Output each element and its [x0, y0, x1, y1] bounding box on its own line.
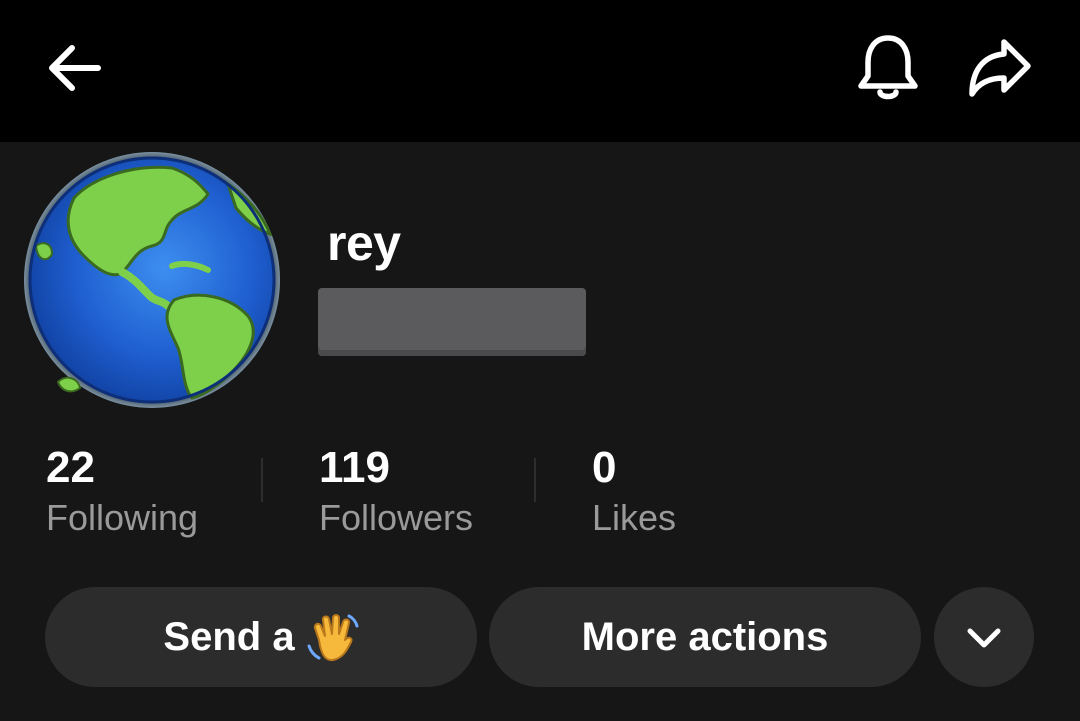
followers-count: 119 [319, 443, 390, 492]
top-bar [0, 0, 1080, 142]
stat-likes[interactable]: 0 Likes [592, 442, 676, 540]
arrow-left-icon [49, 45, 101, 91]
share-arrow-icon [969, 39, 1031, 97]
following-count: 22 [46, 443, 95, 492]
stat-divider [534, 458, 536, 502]
notification-button[interactable] [850, 30, 926, 106]
share-button[interactable] [960, 30, 1040, 106]
stat-following[interactable]: 22 Following [46, 442, 198, 540]
waving-hand-icon [305, 610, 359, 664]
send-wave-button[interactable]: Send a [45, 587, 477, 687]
redacted-handle [318, 288, 586, 356]
username: rey [327, 215, 401, 271]
likes-count: 0 [592, 443, 617, 492]
stat-followers[interactable]: 119 Followers [319, 442, 473, 540]
followers-label: Followers [319, 497, 474, 538]
expand-button[interactable] [934, 587, 1034, 687]
likes-label: Likes [592, 497, 677, 538]
avatar[interactable] [22, 150, 282, 410]
stat-divider [261, 458, 263, 502]
following-label: Following [46, 497, 199, 538]
more-actions-label: More actions [581, 614, 829, 659]
more-actions-button[interactable]: More actions [489, 587, 921, 687]
bell-icon [858, 35, 918, 100]
globe-americas-icon [24, 152, 280, 408]
back-button[interactable] [36, 36, 112, 100]
chevron-down-icon [967, 628, 1001, 648]
send-wave-label: Send a [163, 614, 295, 659]
